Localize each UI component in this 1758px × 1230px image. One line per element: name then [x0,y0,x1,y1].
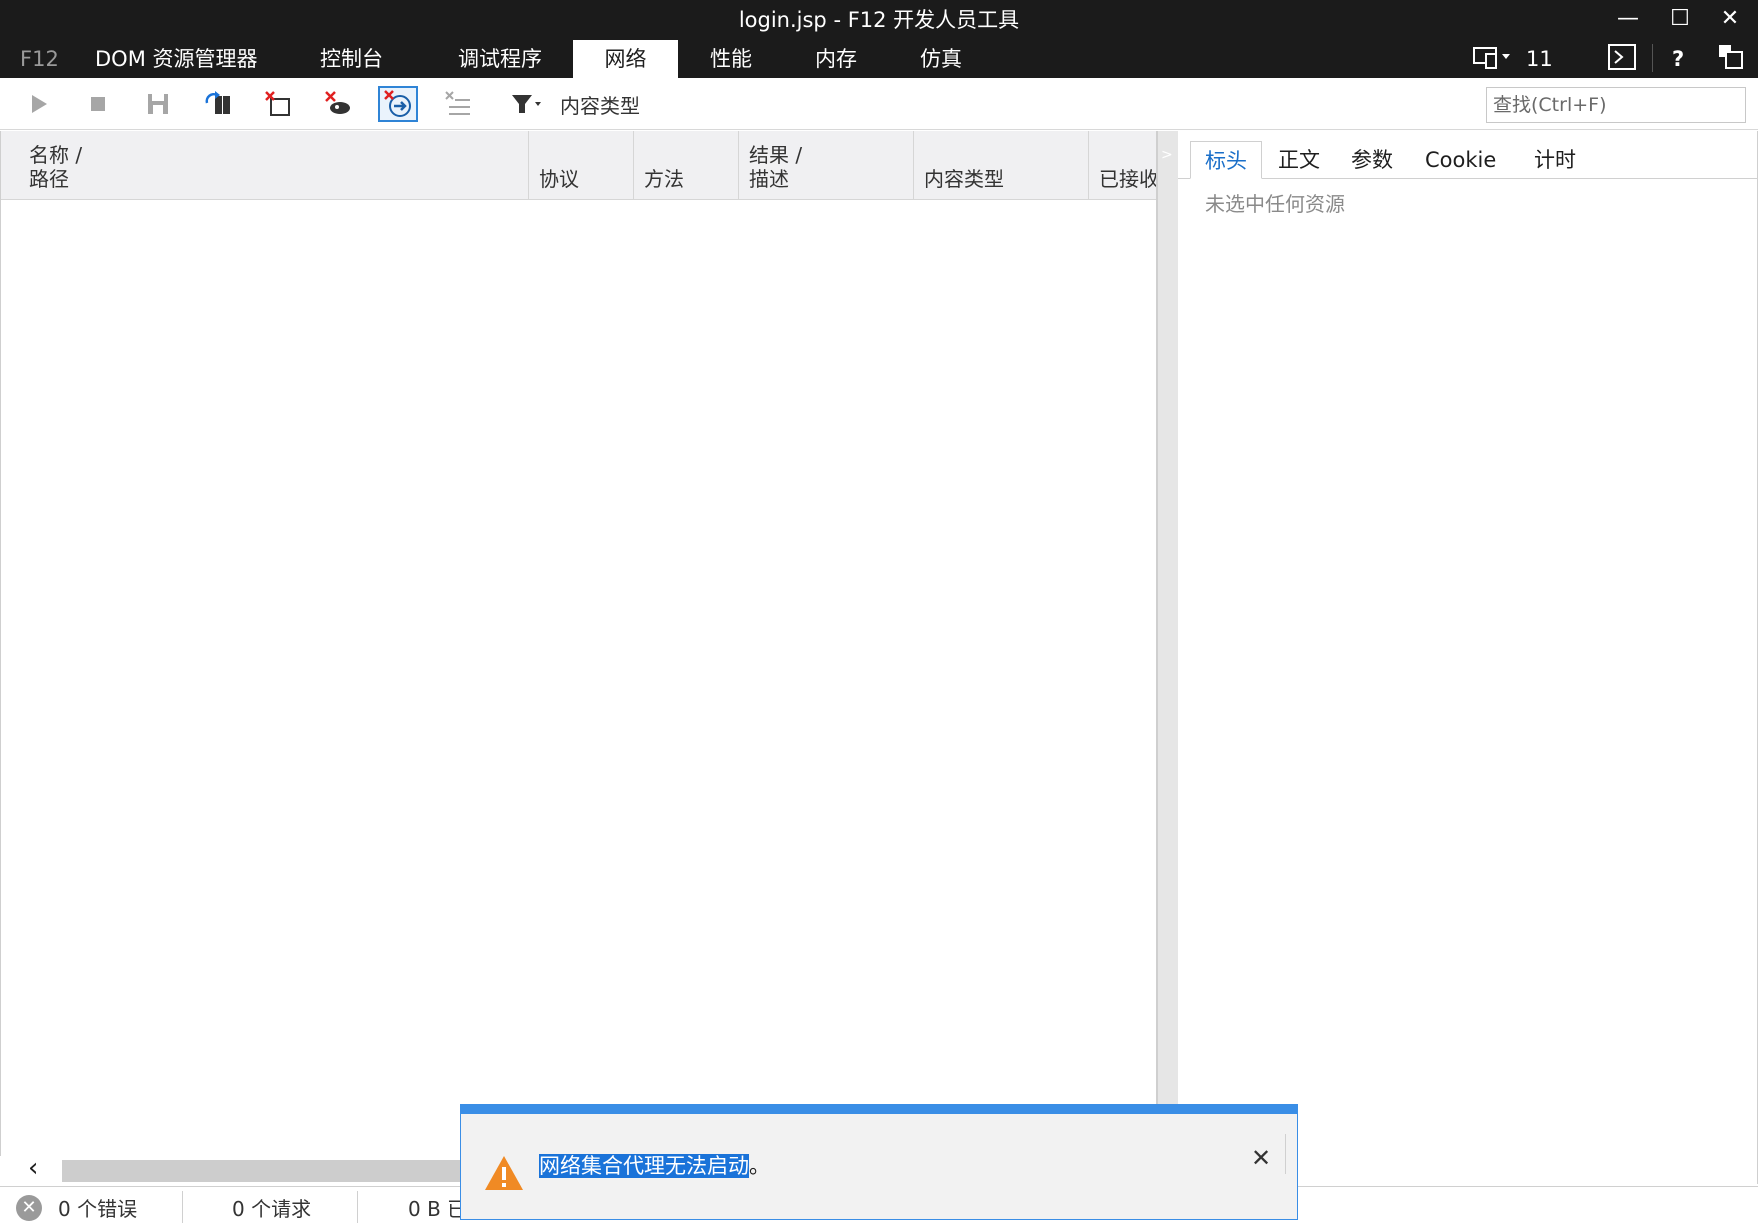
tab-console[interactable]: 控制台 [304,40,399,78]
minimize-button[interactable]: — [1608,4,1648,34]
divider [182,1191,183,1223]
tab-timings[interactable]: 计时 [1520,141,1590,179]
console-icon[interactable] [1608,44,1636,74]
tab-network[interactable]: 网络 [573,40,678,78]
clear-list-button[interactable] [438,86,478,122]
grid-header: 名称 / 路径 协议 方法 结果 / 描述 内容类型 已接收 [1,131,1157,200]
undock-icon[interactable] [1718,44,1744,74]
clear-cache-button[interactable] [318,86,358,122]
tab-memory[interactable]: 内存 [799,40,873,78]
request-list-body [1,201,1157,1151]
document-mode-value[interactable]: 11 [1526,44,1553,74]
title-bar: login.jsp - F12 开发人员工具 — ☐ ✕ [0,0,1758,36]
maximize-button[interactable]: ☐ [1660,4,1700,34]
tab-debugger[interactable]: 调试程序 [442,40,558,78]
refresh-server-icon [205,91,230,114]
notification-close-icon[interactable]: ✕ [1251,1144,1271,1172]
window-title: login.jsp - F12 开发人员工具 [738,8,1020,32]
help-icon[interactable]: ? [1672,44,1684,74]
expand-arrow-icon[interactable]: > [1161,147,1173,163]
received-bytes: 0 B 已 [408,1197,468,1221]
tab-emulation[interactable]: 仿真 [904,40,978,78]
filter-button[interactable] [504,86,548,122]
play-icon [32,95,47,113]
horizontal-scrollbar[interactable]: ‹ [0,1153,460,1184]
search-input[interactable] [1486,87,1746,123]
stop-profiling-button[interactable] [78,86,118,122]
notification-trailing-text: 。 [749,1154,770,1178]
clear-navigate-icon [265,91,290,116]
filter-icon [512,95,541,113]
pane-splitter[interactable]: > [1156,131,1178,1184]
column-name-path[interactable]: 名称 / 路径 [19,131,529,200]
tab-parameters[interactable]: 参数 [1337,141,1407,179]
notification-selected-text: 网络集合代理无法启动 [539,1154,749,1178]
tab-performance[interactable]: 性能 [694,40,768,78]
clear-session-button[interactable] [378,86,418,122]
target-device-icon[interactable] [1472,44,1516,74]
content-type-filter-label[interactable]: 内容类型 [560,90,640,119]
export-button[interactable] [138,86,178,122]
warning-icon [483,1154,525,1196]
error-icon: ✕ [16,1195,42,1221]
divider [1285,1134,1286,1174]
empty-selection-message: 未选中任何资源 [1205,192,1345,216]
tool-tabs: F12 DOM 资源管理器 控制台 调试程序 网络 性能 内存 仿真 11 ? [0,36,1758,78]
clear-cache-icon [325,91,350,114]
tab-body[interactable]: 正文 [1264,141,1334,179]
notification-bar: 网络集合代理无法启动。 ✕ [460,1104,1298,1220]
request-count: 0 个请求 [232,1197,312,1221]
always-refresh-button[interactable] [198,86,238,122]
column-received[interactable]: 已接收 [1089,131,1157,200]
tab-f12[interactable]: F12 [4,40,75,78]
scrollbar-thumb[interactable] [62,1160,460,1182]
scroll-left-icon[interactable]: ‹ [28,1153,38,1183]
details-tabs: 标头 正文 参数 Cookie 计时 [1178,141,1758,179]
stop-icon [91,97,105,111]
column-content-type[interactable]: 内容类型 [914,131,1089,200]
notification-message: 网络集合代理无法启动。 [539,1150,770,1180]
tab-headers[interactable]: 标头 [1190,141,1262,179]
clear-list-icon [445,91,470,115]
start-profiling-button[interactable] [18,86,58,122]
tab-cookies[interactable]: Cookie [1411,141,1510,179]
save-icon [148,94,168,114]
close-button[interactable]: ✕ [1710,4,1750,34]
details-pane: 标头 正文 参数 Cookie 计时 未选中任何资源 [1178,131,1758,1184]
clear-session-icon [384,90,411,117]
clear-entries-on-navigate-button[interactable] [258,86,298,122]
column-protocol[interactable]: 协议 [529,131,634,200]
request-list: 名称 / 路径 协议 方法 结果 / 描述 内容类型 已接收 [0,131,1157,1184]
column-result-description[interactable]: 结果 / 描述 [739,131,914,200]
divider [357,1191,358,1223]
network-toolbar: 内容类型 [0,78,1758,130]
error-count[interactable]: 0 个错误 [58,1193,137,1222]
column-method[interactable]: 方法 [634,131,739,200]
divider [1652,44,1653,72]
tab-dom-explorer[interactable]: DOM 资源管理器 [79,40,274,78]
